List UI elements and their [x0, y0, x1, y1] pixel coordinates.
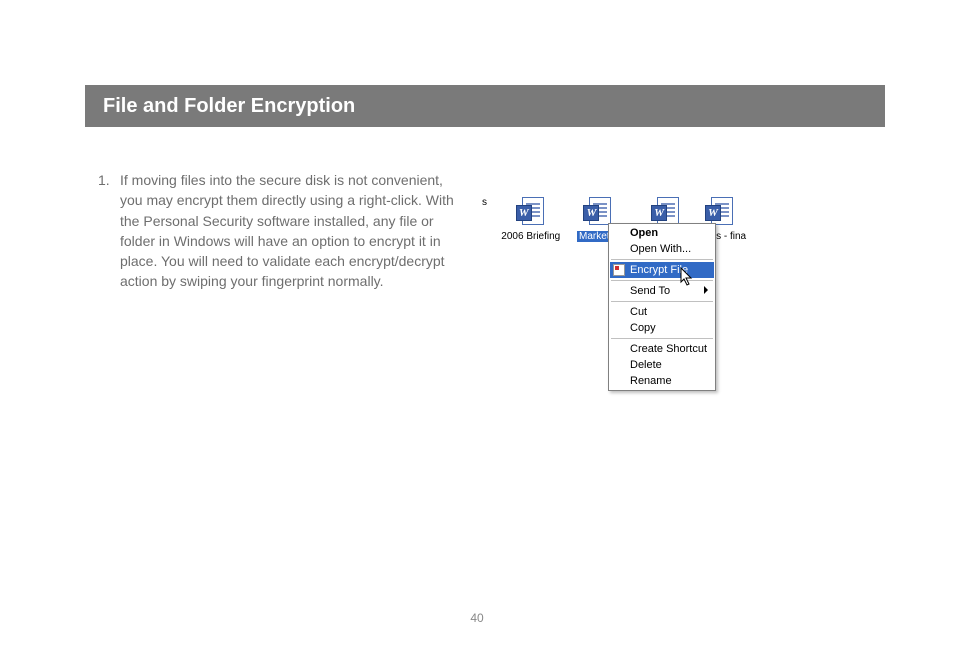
menu-item-create-shortcut[interactable]: Create Shortcut [610, 341, 714, 357]
menu-item-label: Send To [630, 285, 670, 297]
menu-item-open[interactable]: Open [610, 225, 714, 241]
submenu-arrow-icon [704, 286, 708, 294]
menu-separator [611, 338, 713, 339]
file-label: s [480, 197, 497, 208]
menu-separator [611, 301, 713, 302]
example-screenshot: s W 2006 Briefing W Market u W W pecs - … [480, 175, 740, 410]
instruction-text: 1. If moving files into the secure disk … [98, 170, 468, 292]
context-menu: Open Open With... Encrypt File Send To C… [608, 223, 716, 391]
menu-item-delete[interactable]: Delete [610, 357, 714, 373]
file-item[interactable]: W 2006 Briefing [497, 197, 565, 257]
file-item[interactable]: s [480, 197, 497, 257]
menu-item-open-with[interactable]: Open With... [610, 241, 714, 257]
menu-item-label: Encrypt File [630, 264, 688, 276]
menu-item-encrypt-file[interactable]: Encrypt File [610, 262, 714, 278]
list-number: 1. [98, 170, 120, 190]
page-number: 40 [0, 611, 954, 625]
section-title-bar: File and Folder Encryption [85, 85, 885, 127]
file-label: 2006 Briefing [497, 231, 565, 242]
menu-item-cut[interactable]: Cut [610, 304, 714, 320]
menu-item-copy[interactable]: Copy [610, 320, 714, 336]
menu-separator [611, 259, 713, 260]
section-title: File and Folder Encryption [103, 95, 355, 118]
menu-separator [611, 280, 713, 281]
encrypt-icon [613, 264, 625, 276]
word-doc-icon: W [516, 197, 546, 227]
menu-item-send-to[interactable]: Send To [610, 283, 714, 299]
menu-item-rename[interactable]: Rename [610, 373, 714, 389]
instruction-paragraph: If moving files into the secure disk is … [120, 170, 468, 292]
